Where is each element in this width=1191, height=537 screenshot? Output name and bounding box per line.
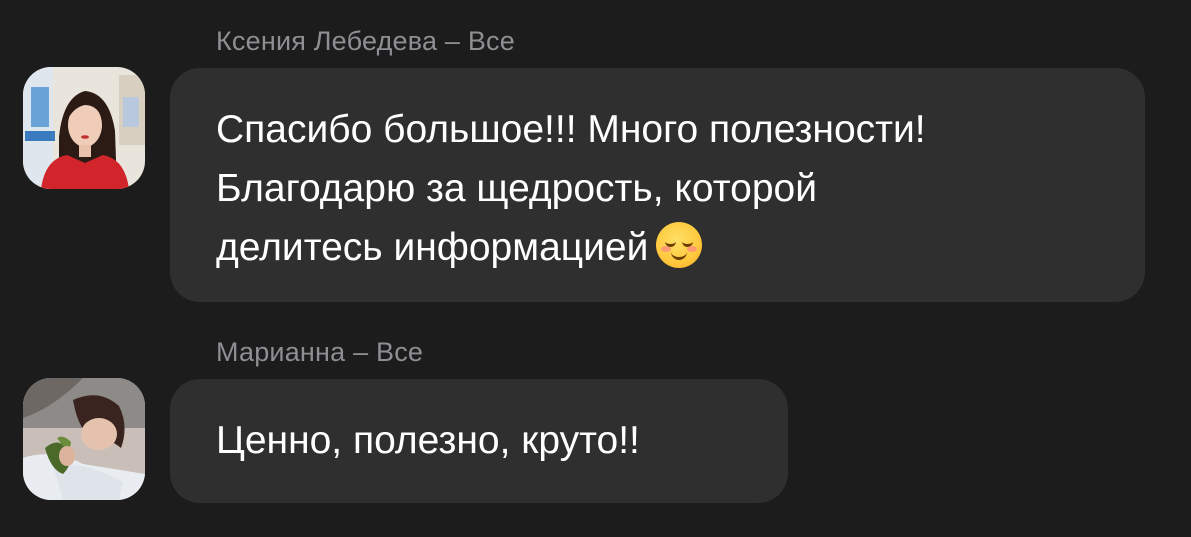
sender-name-2: Марианна – Все <box>216 337 424 367</box>
message-bubble-1[interactable]: Спасибо большое!!! Много полезности! Бла… <box>170 68 1145 302</box>
message-text-1: Спасибо большое!!! Много полезности! Бла… <box>216 100 926 277</box>
avatar-1[interactable] <box>23 67 145 189</box>
smiling-face-emoji-icon <box>656 222 703 268</box>
avatar-1-image <box>23 67 145 189</box>
message-text-1-body: Спасибо большое!!! Много полезности! Бла… <box>216 108 926 269</box>
message-bubble-2[interactable]: Ценно, полезно, круто!! <box>170 379 788 503</box>
sender-name-1: Ксения Лебедева – Все <box>216 26 515 56</box>
avatar-2[interactable] <box>23 378 145 500</box>
avatar-2-image <box>23 378 145 500</box>
message-text-2: Ценно, полезно, круто!! <box>216 419 640 462</box>
